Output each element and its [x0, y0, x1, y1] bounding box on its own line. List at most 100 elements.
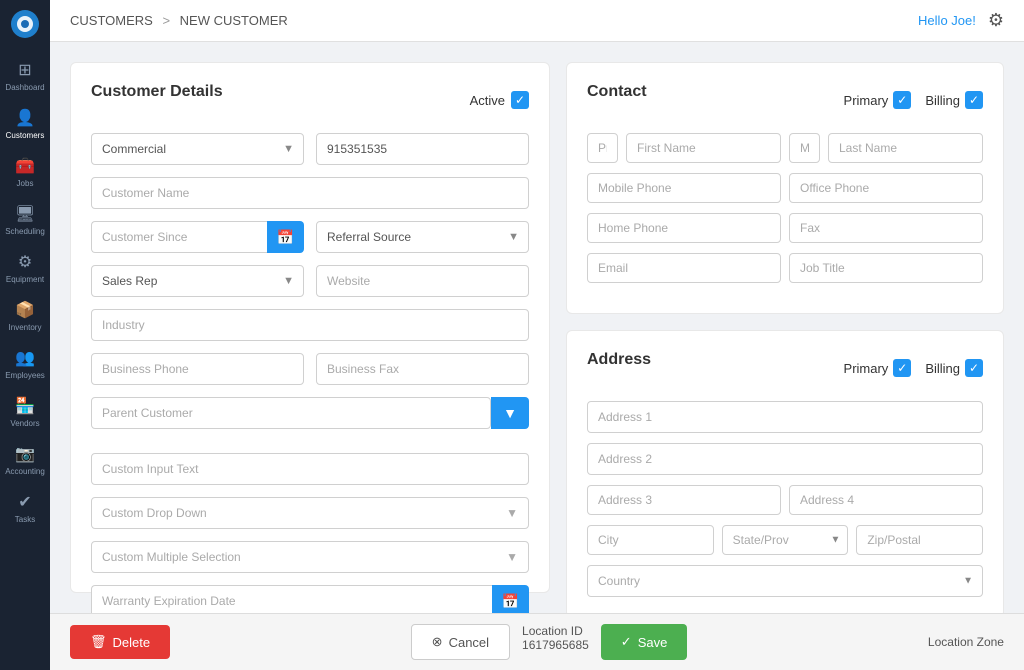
contact-billing-group: Billing ✓ [925, 91, 983, 109]
contact-primary-checkbox[interactable]: ✓ [893, 91, 911, 109]
last-name-field [828, 133, 983, 163]
settings-button[interactable]: ⚙ [988, 10, 1004, 31]
contact-primary-group: Primary ✓ [844, 91, 912, 109]
zip-input[interactable] [856, 525, 983, 555]
mi-input[interactable] [789, 133, 820, 163]
address-billing-checkbox[interactable]: ✓ [965, 359, 983, 377]
location-id-label: Location ID [522, 624, 583, 638]
state-select-wrapper: State/Prov ▼ [722, 525, 849, 555]
calendar-icon: 📅 [277, 229, 294, 245]
contact-header: Contact Primary ✓ Billing ✓ [587, 83, 983, 117]
customer-type-select[interactable]: Commercial [91, 133, 304, 165]
address-primary-billing: Primary ✓ Billing ✓ [844, 359, 983, 377]
home-phone-input[interactable] [587, 213, 781, 243]
active-label: Active [470, 93, 505, 108]
country-select-wrapper: Country ▼ [587, 565, 983, 597]
customer-id-field [316, 133, 529, 165]
industry-input[interactable] [91, 309, 529, 341]
business-fax-field [316, 353, 529, 385]
contact-billing-checkbox[interactable]: ✓ [965, 91, 983, 109]
save-button[interactable]: ✓ Save [601, 624, 688, 660]
business-fax-input[interactable] [316, 353, 529, 385]
sidebar-item-dashboard[interactable]: ⊞ Dashboard [0, 52, 50, 100]
customer-since-input[interactable] [91, 221, 267, 253]
sidebar-item-accounting[interactable]: 📷 Accounting [0, 436, 50, 484]
last-name-input[interactable] [828, 133, 983, 163]
contact-primary-label: Primary [844, 93, 889, 108]
zip-field [856, 525, 983, 555]
fax-input[interactable] [789, 213, 983, 243]
contact-phones-row [587, 173, 983, 203]
inventory-icon: 📦 [15, 300, 35, 320]
parent-customer-dropdown-button[interactable]: ▼ [491, 397, 529, 429]
address-billing-label: Billing [925, 361, 960, 376]
business-phone-input[interactable] [91, 353, 304, 385]
city-input[interactable] [587, 525, 714, 555]
customer-name-input[interactable] [91, 177, 529, 209]
business-phone-fax-row [91, 353, 529, 385]
mobile-phone-input[interactable] [587, 173, 781, 203]
address4-input[interactable] [789, 485, 983, 515]
sidebar-item-inventory[interactable]: 📦 Inventory [0, 292, 50, 340]
address-header: Address Primary ✓ Billing ✓ [587, 351, 983, 385]
customer-details-title: Customer Details [91, 83, 223, 101]
email-input[interactable] [587, 253, 781, 283]
equipment-icon: ⚙ [18, 252, 32, 272]
address-primary-label: Primary [844, 361, 889, 376]
topbar: CUSTOMERS > NEW CUSTOMER Hello Joe! ⚙ [50, 0, 1024, 42]
website-field [316, 265, 529, 297]
customer-since-calendar-button[interactable]: 📅 [267, 221, 304, 253]
contact-home-fax-row [587, 213, 983, 243]
sidebar-item-employees[interactable]: 👥 Employees [0, 340, 50, 388]
cancel-button[interactable]: ⊗ Cancel [411, 624, 510, 660]
office-phone-input[interactable] [789, 173, 983, 203]
address-primary-checkbox[interactable]: ✓ [893, 359, 911, 377]
salesrep-website-row: Sales Rep ▼ [91, 265, 529, 297]
breadcrumb-customers[interactable]: CUSTOMERS [70, 13, 153, 28]
action-bar-center: ⊗ Cancel Location ID 1617965685 ✓ Save [411, 624, 688, 660]
custom-multiple-selection[interactable]: Custom Multiple Selection ▼ [91, 541, 529, 573]
job-title-field [789, 253, 983, 283]
sales-rep-select[interactable]: Sales Rep [91, 265, 304, 297]
active-checkbox[interactable]: ✓ [511, 91, 529, 109]
address4-field [789, 485, 983, 515]
sidebar-item-tasks[interactable]: ✔ Tasks [0, 484, 50, 532]
state-select[interactable]: State/Prov [722, 525, 849, 555]
app-logo[interactable] [9, 8, 41, 40]
trash-icon: 🗑 [90, 634, 107, 650]
custom-dropdown-arrow-icon: ▼ [506, 506, 518, 520]
first-name-input[interactable] [626, 133, 781, 163]
address1-input[interactable] [587, 401, 983, 433]
warranty-date-input[interactable] [91, 585, 492, 613]
prefix-input[interactable] [587, 133, 618, 163]
sidebar-item-jobs[interactable]: 🧰 Jobs [0, 148, 50, 196]
home-phone-field [587, 213, 781, 243]
address-card: Address Primary ✓ Billing ✓ [566, 330, 1004, 613]
parent-customer-input[interactable] [91, 397, 491, 429]
accounting-icon: 📷 [15, 444, 35, 464]
sidebar-item-equipment[interactable]: ⚙ Equipment [0, 244, 50, 292]
sidebar-item-vendors[interactable]: 🏪 Vendors [0, 388, 50, 436]
right-column: Contact Primary ✓ Billing ✓ [566, 62, 1004, 593]
customer-id-input[interactable] [316, 133, 529, 165]
cancel-icon: ⊗ [432, 634, 443, 650]
customers-icon: 👤 [15, 108, 35, 128]
sidebar-item-scheduling[interactable]: 🖥 Scheduling [0, 196, 50, 244]
custom-dropdown[interactable]: Custom Drop Down ▼ [91, 497, 529, 529]
address2-input[interactable] [587, 443, 983, 475]
delete-button[interactable]: 🗑 Delete [70, 625, 170, 659]
website-input[interactable] [316, 265, 529, 297]
custom-input-text[interactable] [91, 453, 529, 485]
customer-details-header: Customer Details Active ✓ [91, 83, 529, 117]
contact-card: Contact Primary ✓ Billing ✓ [566, 62, 1004, 314]
address3-input[interactable] [587, 485, 781, 515]
jobs-icon: 🧰 [15, 156, 35, 176]
address3-field [587, 485, 781, 515]
referral-source-select[interactable]: Referral Source [316, 221, 529, 253]
contact-billing-label: Billing [925, 93, 960, 108]
warranty-calendar-button[interactable]: 📅 [492, 585, 529, 613]
country-select[interactable]: Country [587, 565, 983, 597]
sidebar-item-customers[interactable]: 👤 Customers [0, 100, 50, 148]
job-title-input[interactable] [789, 253, 983, 283]
active-group: Active ✓ [470, 91, 529, 109]
